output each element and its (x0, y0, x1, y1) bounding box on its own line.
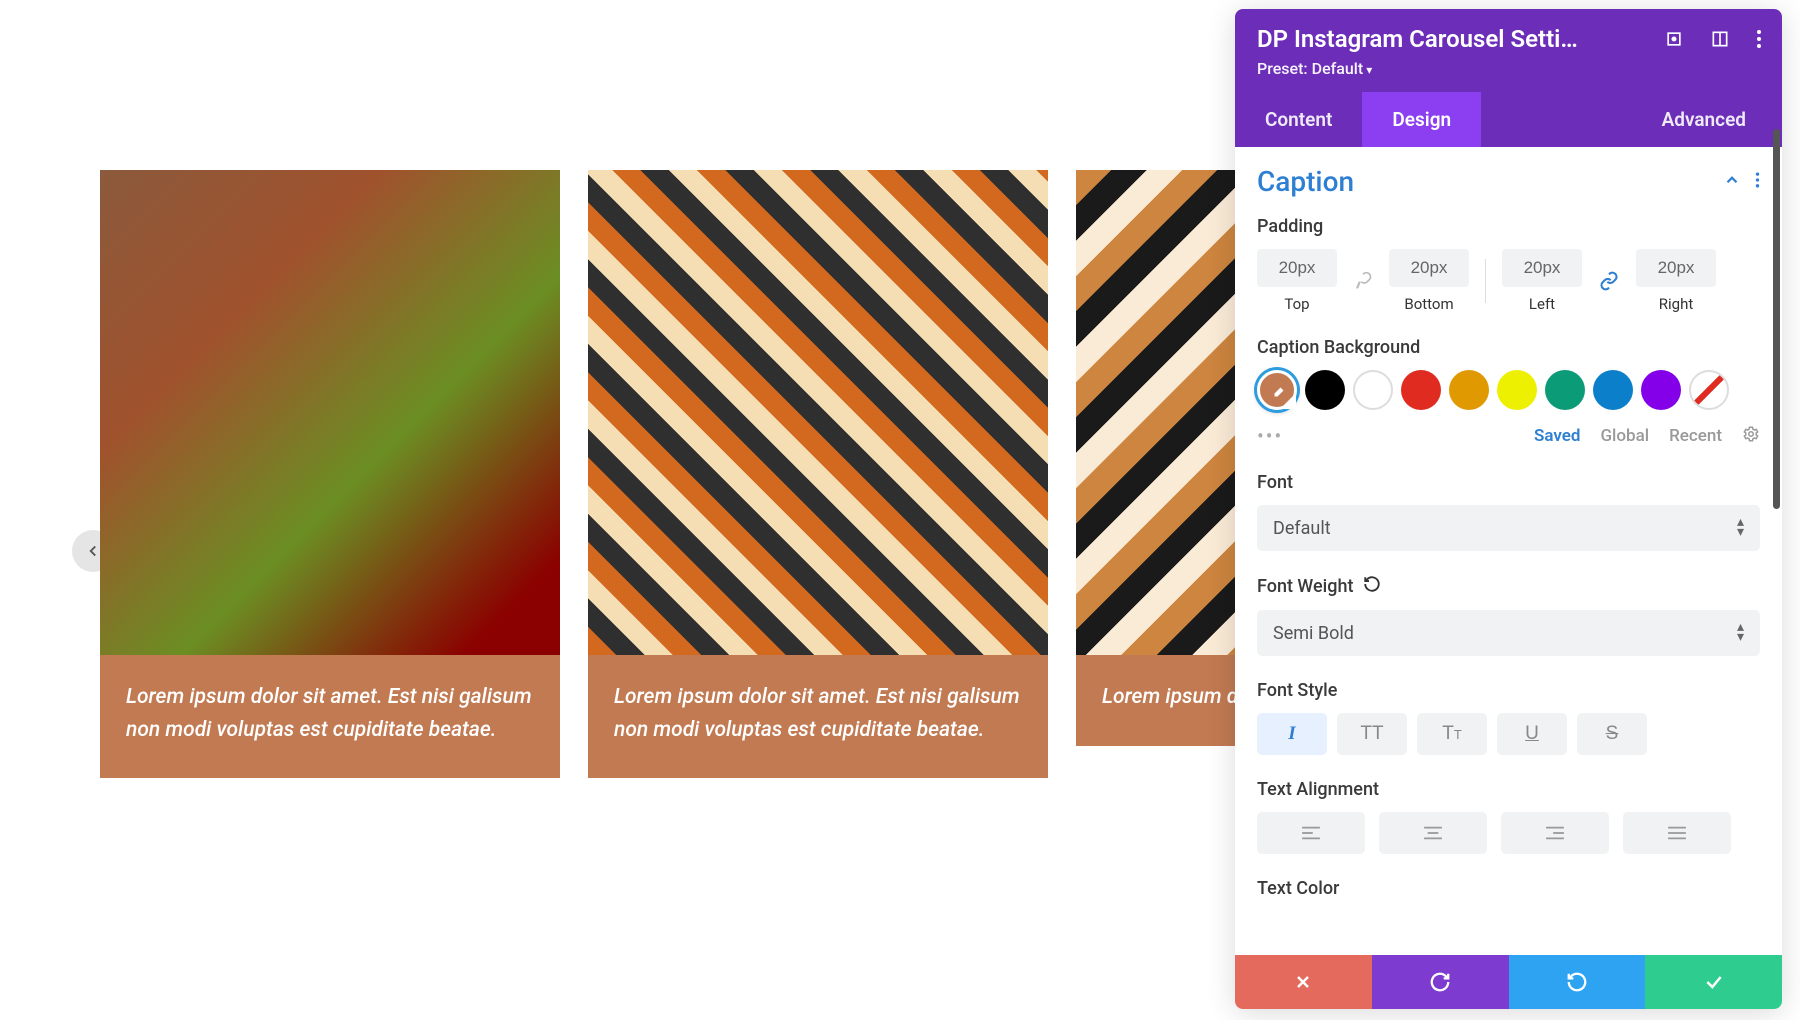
align-left-button[interactable] (1257, 812, 1365, 854)
color-swatch-teal[interactable] (1545, 370, 1585, 410)
padding-right-label: Right (1659, 295, 1693, 313)
color-swatch-blue[interactable] (1593, 370, 1633, 410)
padding-right-input[interactable] (1636, 249, 1716, 287)
padding-top-label: Top (1284, 295, 1309, 313)
padding-top-input[interactable] (1257, 249, 1337, 287)
panel-header[interactable]: DP Instagram Carousel Setti… Preset: Def… (1235, 9, 1782, 92)
color-swatch-red[interactable] (1401, 370, 1441, 410)
font-weight-value: Semi Bold (1273, 623, 1354, 644)
kebab-menu-icon[interactable] (1755, 171, 1760, 193)
check-icon (1702, 972, 1726, 992)
font-select[interactable]: Default ▴▾ (1257, 505, 1760, 551)
color-swatch-white[interactable] (1353, 370, 1393, 410)
carousel: Lorem ipsum dolor sit amet. Est nisi gal… (100, 170, 1300, 778)
settings-panel: DP Instagram Carousel Setti… Preset: Def… (1235, 9, 1782, 1009)
section-title-caption[interactable]: Caption (1257, 165, 1354, 198)
color-swatch-yellow[interactable] (1497, 370, 1537, 410)
link-values-icon[interactable] (1592, 271, 1626, 291)
font-style-strikethrough-button[interactable]: S (1577, 713, 1647, 755)
color-tab-saved[interactable]: Saved (1534, 426, 1581, 446)
save-button[interactable] (1645, 955, 1782, 1009)
font-style-smallcaps-button[interactable]: TT (1417, 713, 1487, 755)
font-style-italic-button[interactable]: I (1257, 713, 1327, 755)
align-center-button[interactable] (1379, 812, 1487, 854)
padding-left-input[interactable] (1502, 249, 1582, 287)
undo-icon (1429, 971, 1451, 993)
carousel-card[interactable]: Lorem ipsum dolor sit amet. Est nisi gal… (100, 170, 560, 778)
carousel-card[interactable]: Lorem ipsum dolor sit amet. Est nisi gal… (588, 170, 1048, 778)
preset-dropdown[interactable]: Preset: Default (1257, 59, 1760, 78)
link-values-icon[interactable]: / (1347, 271, 1379, 291)
panel-tabs: Content Design Advanced (1235, 92, 1782, 147)
font-select-value: Default (1273, 518, 1331, 539)
eyedropper-icon (1270, 383, 1288, 401)
gear-icon[interactable] (1742, 425, 1760, 448)
more-colors-icon[interactable]: ••• (1257, 424, 1283, 448)
padding-bottom-label: Bottom (1404, 295, 1453, 313)
kebab-menu-icon[interactable] (1756, 29, 1762, 49)
card-caption: Lorem ipsum dolor sit amet. Est nisi gal… (100, 655, 560, 778)
select-arrows-icon: ▴▾ (1737, 623, 1744, 643)
tab-design[interactable]: Design (1362, 92, 1481, 147)
panel-footer (1235, 955, 1782, 1009)
reset-icon[interactable] (1363, 575, 1381, 598)
panel-body: Caption Padding Top / Bottom (1235, 147, 1782, 955)
card-caption: Lorem ipsum dolor sit amet. Est nisi gal… (588, 655, 1048, 778)
text-color-label: Text Color (1257, 878, 1760, 899)
font-style-underline-button[interactable]: U (1497, 713, 1567, 755)
color-swatch-orange[interactable] (1449, 370, 1489, 410)
color-tab-global[interactable]: Global (1600, 426, 1649, 446)
padding-left-label: Left (1529, 295, 1555, 313)
panel-title: DP Instagram Carousel Setti… (1257, 25, 1627, 53)
card-image (588, 170, 1048, 655)
close-icon (1293, 972, 1313, 992)
undo-button[interactable] (1372, 955, 1509, 1009)
caption-background-label: Caption Background (1257, 337, 1760, 358)
color-picker-swatch[interactable] (1257, 370, 1297, 410)
redo-icon (1566, 971, 1588, 993)
align-justify-button[interactable] (1623, 812, 1731, 854)
padding-label: Padding (1257, 216, 1760, 237)
expand-icon[interactable] (1664, 29, 1684, 49)
font-style-uppercase-button[interactable]: TT (1337, 713, 1407, 755)
font-style-label: Font Style (1257, 680, 1760, 701)
responsive-icon[interactable] (1710, 29, 1730, 49)
collapse-icon[interactable] (1723, 171, 1741, 193)
color-swatch-transparent[interactable] (1689, 370, 1729, 410)
tab-advanced[interactable]: Advanced (1632, 92, 1782, 147)
select-arrows-icon: ▴▾ (1737, 518, 1744, 538)
align-right-button[interactable] (1501, 812, 1609, 854)
padding-bottom-input[interactable] (1389, 249, 1469, 287)
svg-text:/: / (1357, 281, 1360, 289)
font-label: Font (1257, 472, 1760, 493)
font-weight-select[interactable]: Semi Bold ▴▾ (1257, 610, 1760, 656)
card-image (100, 170, 560, 655)
font-weight-label: Font Weight (1257, 575, 1760, 598)
redo-button[interactable] (1509, 955, 1646, 1009)
cancel-button[interactable] (1235, 955, 1372, 1009)
scrollbar[interactable] (1773, 129, 1780, 509)
color-swatch-black[interactable] (1305, 370, 1345, 410)
color-swatch-purple[interactable] (1641, 370, 1681, 410)
text-alignment-label: Text Alignment (1257, 779, 1760, 800)
color-tab-recent[interactable]: Recent (1669, 426, 1722, 446)
tab-content[interactable]: Content (1235, 92, 1362, 147)
